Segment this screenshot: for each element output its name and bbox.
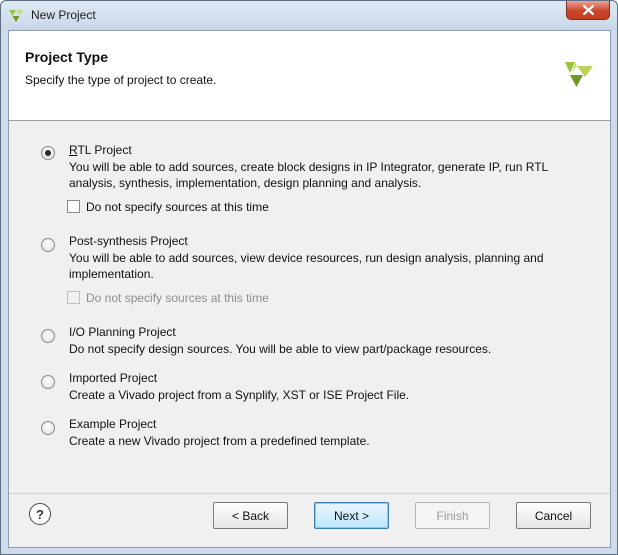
post-synthesis-no-sources-checkbox[interactable] [67, 291, 80, 304]
vivado-logo-icon [9, 10, 23, 22]
post-synthesis-desc-line2: implementation. [69, 267, 154, 281]
example-project-radio[interactable] [41, 421, 55, 435]
help-button[interactable]: ? [29, 503, 51, 525]
window-title: New Project [31, 8, 96, 22]
post-synthesis-project-radio[interactable] [41, 238, 55, 252]
example-project-description: Create a new Vivado project from a prede… [69, 434, 370, 448]
post-synthesis-project-label[interactable]: Post-synthesis Project [69, 234, 188, 248]
page-title: Project Type [25, 49, 108, 65]
back-button[interactable]: < Back [213, 502, 288, 529]
imported-project-radio[interactable] [41, 375, 55, 389]
wizard-header: Project Type Specify the type of project… [9, 31, 610, 121]
rtl-project-label-text: TL Project [77, 143, 132, 157]
post-synthesis-desc-line1: You will be able to add sources, view de… [69, 251, 544, 265]
rtl-desc-line2: analysis, synthesis, implementation, des… [69, 176, 422, 190]
project-type-options: RTL Project You will be able to add sour… [9, 122, 610, 492]
imported-project-description: Create a Vivado project from a Synplify,… [69, 388, 410, 402]
post-synthesis-project-description: You will be able to add sources, view de… [69, 250, 569, 282]
rtl-project-label[interactable]: RTL Project [69, 143, 132, 157]
dialog-client: Project Type Specify the type of project… [8, 30, 611, 548]
imported-project-label[interactable]: Imported Project [69, 371, 157, 385]
title-bar[interactable]: New Project [1, 1, 617, 30]
close-button[interactable] [566, 1, 610, 20]
rtl-project-radio[interactable] [41, 146, 55, 160]
vivado-logo-icon [565, 62, 593, 87]
rtl-project-description: You will be able to add sources, create … [69, 159, 569, 191]
rtl-no-sources-label[interactable]: Do not specify sources at this time [86, 200, 269, 214]
io-planning-project-radio[interactable] [41, 329, 55, 343]
close-icon [582, 5, 594, 15]
finish-button[interactable]: Finish [415, 502, 490, 529]
example-project-label[interactable]: Example Project [69, 417, 156, 431]
io-planning-project-description: Do not specify design sources. You will … [69, 342, 492, 356]
io-planning-project-label[interactable]: I/O Planning Project [69, 325, 176, 339]
next-button[interactable]: Next > [314, 502, 389, 529]
rtl-no-sources-checkbox[interactable] [67, 200, 80, 213]
page-subtitle: Specify the type of project to create. [25, 73, 217, 87]
rtl-desc-line1: You will be able to add sources, create … [69, 160, 549, 174]
footer-divider [9, 493, 610, 494]
post-synthesis-no-sources-label: Do not specify sources at this time [86, 291, 269, 305]
cancel-button[interactable]: Cancel [516, 502, 591, 529]
dialog-window: New Project Project Type Specify the typ… [0, 0, 618, 555]
